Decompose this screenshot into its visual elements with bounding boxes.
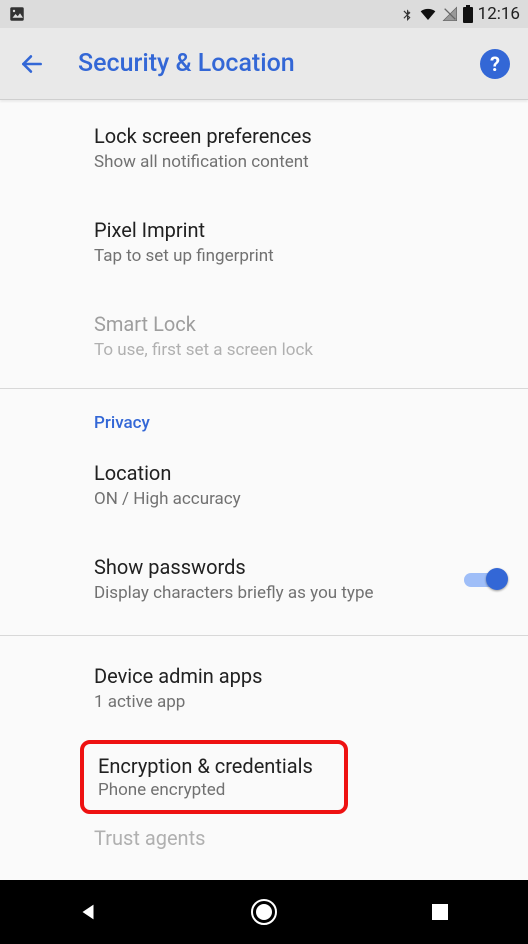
item-subtitle: 1 active app: [94, 692, 504, 712]
show-passwords-toggle[interactable]: [464, 567, 508, 591]
nav-recent-button[interactable]: [421, 893, 459, 931]
item-lock-screen-preferences[interactable]: Lock screen preferences Show all notific…: [0, 106, 528, 190]
wifi-icon: [418, 6, 438, 22]
gallery-icon: [8, 5, 26, 23]
back-button[interactable]: [18, 50, 46, 78]
item-title: Pixel Imprint: [94, 218, 504, 242]
bluetooth-icon: [400, 5, 414, 23]
page-title: Security & Location: [78, 49, 295, 78]
item-show-passwords[interactable]: Show passwords Display characters briefl…: [0, 537, 528, 621]
section-header-privacy: Privacy: [0, 389, 528, 443]
help-button[interactable]: ?: [480, 49, 510, 79]
toggle-thumb: [486, 568, 508, 590]
item-encryption-credentials[interactable]: Encryption & credentials Phone encrypted: [80, 740, 348, 814]
item-subtitle: To use, first set a screen lock: [94, 340, 504, 360]
item-subtitle: Tap to set up fingerprint: [94, 246, 504, 266]
item-location[interactable]: Location ON / High accuracy: [0, 443, 528, 527]
settings-content: Lock screen preferences Show all notific…: [0, 100, 528, 880]
battery-icon: [462, 5, 474, 23]
status-bar: 12:16: [0, 0, 528, 28]
item-subtitle: ON / High accuracy: [94, 489, 504, 509]
help-icon: ?: [490, 52, 500, 76]
signal-icon: [442, 6, 458, 22]
status-time: 12:16: [478, 4, 520, 24]
item-pixel-imprint[interactable]: Pixel Imprint Tap to set up fingerprint: [0, 200, 528, 284]
item-smart-lock: Smart Lock To use, first set a screen lo…: [0, 294, 528, 378]
item-subtitle: Phone encrypted: [98, 780, 330, 800]
nav-back-button[interactable]: [69, 893, 107, 931]
item-title: Show passwords: [94, 555, 504, 579]
item-subtitle: Show all notification content: [94, 152, 504, 172]
nav-home-button[interactable]: [245, 893, 283, 931]
item-title: Lock screen preferences: [94, 124, 504, 148]
app-bar: Security & Location ?: [0, 28, 528, 100]
item-subtitle: Display characters briefly as you type: [94, 583, 504, 603]
item-device-admin-apps[interactable]: Device admin apps 1 active app: [0, 646, 528, 730]
item-title: Encryption & credentials: [98, 754, 330, 778]
item-title: Smart Lock: [94, 312, 504, 336]
item-trust-agents[interactable]: Trust agents: [0, 816, 528, 850]
navigation-bar: [0, 880, 528, 944]
item-title: Location: [94, 461, 504, 485]
item-title: Device admin apps: [94, 664, 504, 688]
